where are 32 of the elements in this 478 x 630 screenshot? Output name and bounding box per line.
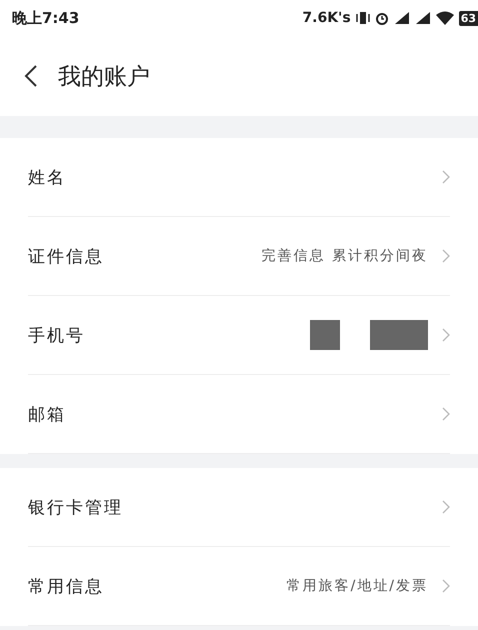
row-hint: 完善信息 累计积分间夜	[262, 247, 428, 265]
network-speed: 7.6K's	[302, 10, 351, 26]
chevron-icon	[442, 328, 450, 342]
row-label: 手机号	[28, 324, 85, 346]
settings-row[interactable]: 常用信息 常用旅客/地址/发票	[28, 547, 450, 626]
row-label: 证件信息	[28, 246, 104, 268]
settings-row[interactable]: 姓名	[28, 138, 450, 217]
chevron-icon	[442, 249, 450, 263]
chevron-icon	[442, 500, 450, 514]
row-label: 常用信息	[28, 576, 104, 598]
signal-icon	[414, 11, 431, 25]
wifi-icon	[436, 11, 454, 25]
battery-level: 63	[458, 10, 478, 26]
row-label: 姓名	[28, 166, 66, 188]
settings-row[interactable]: 手机号	[28, 296, 450, 375]
chevron-icon	[442, 170, 450, 184]
vibrate-icon	[356, 11, 370, 25]
row-label: 银行卡管理	[28, 496, 123, 518]
redaction-block	[310, 320, 340, 350]
row-hint: 常用旅客/地址/发票	[286, 577, 428, 595]
page-title: 我的账户	[58, 62, 150, 92]
redaction-block	[370, 320, 428, 350]
settings-row[interactable]: 邮箱	[28, 375, 450, 454]
status-time: 晚上7:43	[12, 8, 80, 28]
settings-row[interactable]: 证件信息 完善信息 累计积分间夜	[28, 217, 450, 296]
signal-icon	[394, 11, 410, 25]
row-label: 邮箱	[28, 404, 66, 426]
back-icon[interactable]	[24, 64, 38, 88]
alarm-icon	[374, 11, 389, 25]
chevron-icon	[442, 579, 450, 593]
settings-row[interactable]: 银行卡管理	[28, 468, 450, 547]
chevron-icon	[442, 407, 450, 421]
